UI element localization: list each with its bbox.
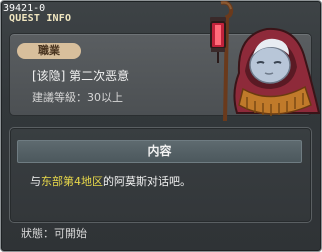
job-badge: 職業 — [17, 43, 81, 59]
description-prefix: 与 — [30, 175, 41, 188]
required-level: 建議等級：30以上 — [32, 91, 123, 104]
content-header: 内容 — [17, 140, 302, 163]
quest-info-window: 39421-0 QUEST INFO 職業 [该隐] 第二次恶意 建議等級：30… — [0, 0, 322, 252]
quest-status: 狀態：可開始 — [21, 227, 87, 240]
hooded-npc-with-lantern-icon — [210, 1, 321, 121]
window-title: QUEST INFO — [9, 13, 72, 24]
description-suffix: 的阿莫斯对话吧。 — [103, 175, 191, 188]
quest-name: [该隐] 第二次恶意 — [32, 69, 130, 83]
location-highlight: 东部第4地区 — [41, 175, 103, 188]
quest-description: 与东部第4地区的阿莫斯对话吧。 — [30, 175, 191, 189]
